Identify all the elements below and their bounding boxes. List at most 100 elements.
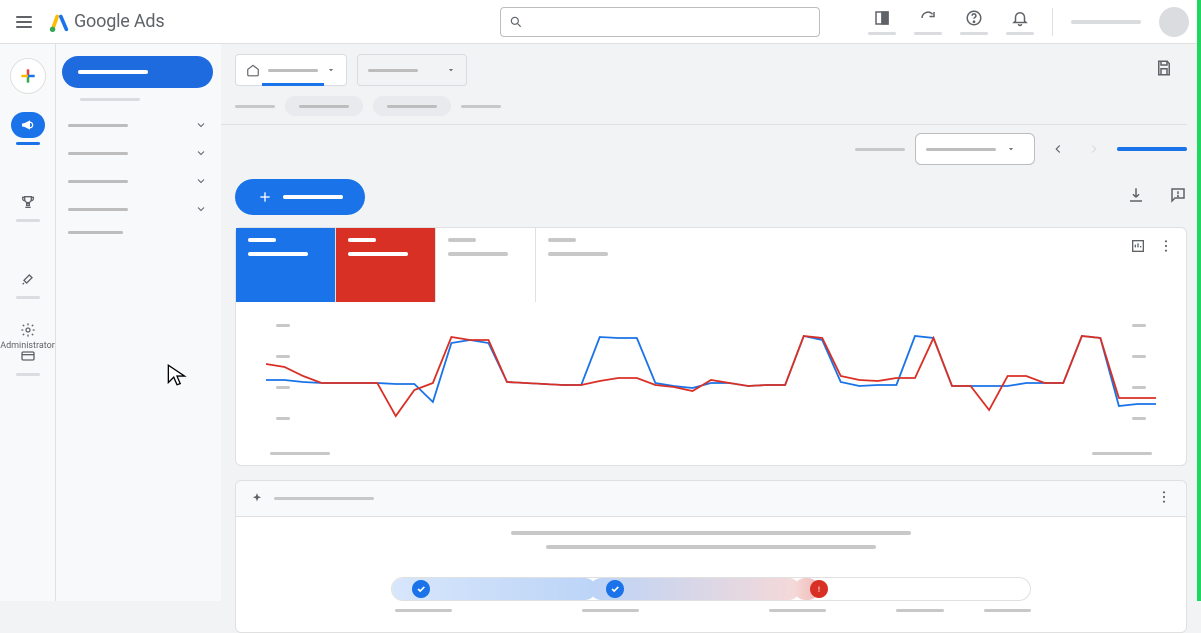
- insight-text: [546, 545, 876, 549]
- search-icon: [509, 15, 523, 29]
- date-range-row: [221, 125, 1201, 171]
- x-axis-end: [1092, 452, 1152, 455]
- filter-chip[interactable]: [285, 96, 363, 116]
- breadcrumb-row: [221, 92, 1201, 124]
- metrics-chart-card: [235, 227, 1187, 466]
- chevron-down-icon: [195, 147, 207, 159]
- card-more-button[interactable]: [1158, 238, 1174, 258]
- account-selector[interactable]: [235, 54, 347, 86]
- save-view-button[interactable]: [1155, 59, 1173, 81]
- notifications-icon[interactable]: [1010, 8, 1030, 28]
- plus-multicolor-icon: [18, 66, 38, 86]
- trophy-icon: [20, 194, 36, 210]
- avatar[interactable]: [1159, 7, 1189, 37]
- create-button[interactable]: [10, 58, 46, 94]
- header-actions: [868, 7, 1189, 37]
- sidebar-item[interactable]: [56, 139, 221, 167]
- date-next-button[interactable]: [1081, 136, 1107, 162]
- main-content: [221, 44, 1201, 601]
- sidebar-primary[interactable]: [62, 56, 213, 88]
- rail-admin[interactable]: Administrator: [0, 322, 55, 351]
- caret-down-icon: [446, 65, 456, 75]
- metric-tile[interactable]: [436, 228, 536, 302]
- view-mode-indicator[interactable]: [1117, 147, 1187, 151]
- progress-alert-dot: [810, 580, 828, 598]
- search-input[interactable]: [529, 14, 811, 29]
- y-axis-left: [276, 324, 290, 420]
- sidebar-item[interactable]: [56, 111, 221, 139]
- line-chart-svg: [266, 318, 1156, 438]
- sidebar-primary-label: [78, 70, 148, 74]
- left-rail: Administrator: [0, 44, 56, 601]
- download-icon: [1127, 186, 1145, 204]
- line-chart: [236, 302, 1186, 452]
- rail-admin-label: Administrator: [0, 341, 55, 351]
- rail-goals[interactable]: [11, 189, 45, 215]
- metric-tile[interactable]: [336, 228, 436, 302]
- breadcrumb-root[interactable]: [235, 105, 275, 108]
- progress-check-dot: [412, 580, 430, 598]
- feedback-button[interactable]: [1169, 186, 1187, 208]
- progress-check-dot: [606, 580, 624, 598]
- chart-expand-icon: [1130, 238, 1146, 254]
- more-vertical-icon: [1158, 238, 1174, 254]
- insights-card: [235, 480, 1187, 633]
- sidebar-item[interactable]: [56, 223, 221, 242]
- filter-chip[interactable]: [373, 96, 451, 116]
- scope-selector[interactable]: [357, 54, 467, 86]
- rail-campaigns[interactable]: [11, 112, 45, 138]
- view-mode-label: [855, 148, 905, 151]
- expand-chart-button[interactable]: [1130, 238, 1146, 258]
- sparkle-icon: [250, 492, 264, 506]
- chevron-down-icon: [195, 175, 207, 187]
- caret-down-icon: [1006, 144, 1016, 154]
- rail-underline: [16, 373, 40, 376]
- gear-icon: [20, 322, 36, 338]
- x-axis-start: [270, 452, 330, 455]
- brand-logo[interactable]: Google Ads: [48, 11, 164, 33]
- chevron-down-icon: [195, 119, 207, 131]
- appearance-icon[interactable]: [872, 8, 892, 28]
- feedback-icon: [1169, 186, 1187, 204]
- sidebar: [56, 44, 221, 601]
- action-row: [221, 171, 1201, 227]
- download-button[interactable]: [1127, 186, 1145, 208]
- menu-icon[interactable]: [12, 10, 36, 34]
- sidebar-item[interactable]: [56, 167, 221, 195]
- megaphone-icon: [20, 117, 36, 133]
- metric-tiles: [236, 228, 1186, 302]
- refresh-icon[interactable]: [918, 8, 938, 28]
- metric-tile[interactable]: [236, 228, 336, 302]
- sidebar-item[interactable]: [56, 195, 221, 223]
- more-vertical-icon: [1156, 489, 1172, 505]
- search-input-wrapper[interactable]: [500, 7, 820, 37]
- date-range-picker[interactable]: [915, 133, 1035, 165]
- save-icon: [1155, 59, 1173, 77]
- sidebar-sub-label: [80, 98, 140, 101]
- plus-icon: [257, 189, 273, 205]
- brand-text: Google Ads: [74, 11, 164, 32]
- scope-selectors: [221, 44, 1201, 92]
- window-resize-handle[interactable]: [1197, 0, 1201, 601]
- breadcrumb-trail: [461, 105, 501, 108]
- account-label[interactable]: [1071, 20, 1141, 24]
- alert-icon: [814, 584, 824, 594]
- rail-active-underline: [16, 142, 40, 145]
- google-ads-logo-icon: [48, 11, 70, 33]
- y-axis-right: [1132, 324, 1146, 420]
- insights-more-button[interactable]: [1156, 489, 1172, 509]
- metric-tile[interactable]: [536, 228, 636, 302]
- check-icon: [610, 584, 620, 594]
- divider: [1052, 8, 1053, 36]
- tools-icon: [20, 271, 36, 287]
- help-icon[interactable]: [964, 8, 984, 28]
- rail-underline: [16, 296, 40, 299]
- date-prev-button[interactable]: [1045, 136, 1071, 162]
- chevron-down-icon: [195, 203, 207, 215]
- app-header: Google Ads: [0, 0, 1201, 44]
- new-campaign-button[interactable]: [235, 179, 365, 215]
- chevron-right-icon: [1087, 142, 1101, 156]
- chevron-left-icon: [1051, 142, 1065, 156]
- check-icon: [416, 584, 426, 594]
- rail-tools[interactable]: [11, 266, 45, 292]
